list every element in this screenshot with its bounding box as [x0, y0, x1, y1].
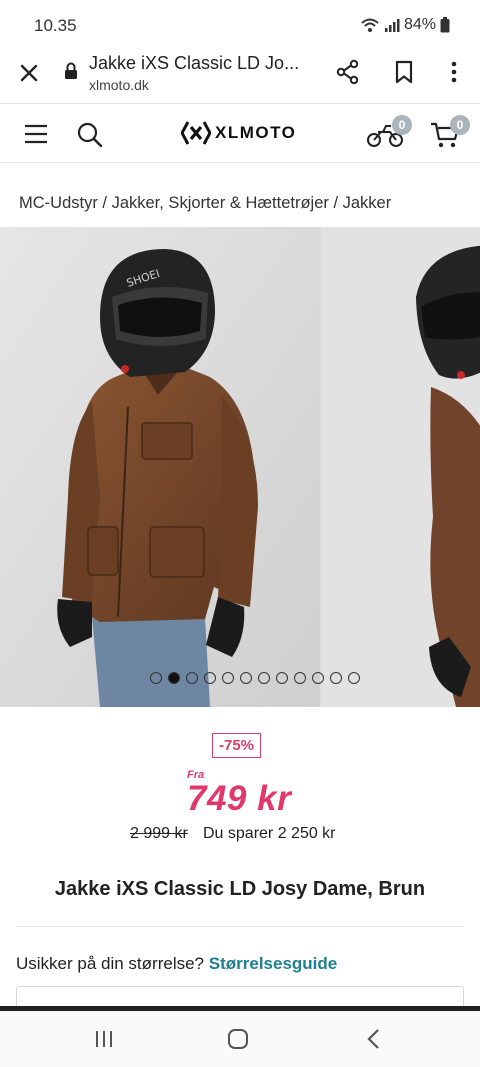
status-bar: 10.35 84% [0, 0, 480, 48]
original-price: 2 999 kr [130, 825, 188, 842]
hamburger-menu-icon[interactable] [24, 123, 48, 145]
gallery-dot[interactable] [186, 672, 198, 684]
wifi-icon [361, 18, 379, 32]
battery-icon [440, 17, 450, 33]
garage-count-badge: 0 [392, 115, 412, 135]
system-navigation-bar [0, 1011, 480, 1067]
product-image[interactable]: SHOEI [0, 227, 320, 707]
size-question: Usikker på din størrelse? [16, 954, 205, 973]
logo-text: XLMOTO [215, 123, 297, 142]
bookmark-icon[interactable] [390, 58, 418, 86]
url-display[interactable]: xlmoto.dk [89, 77, 149, 93]
divider [16, 926, 464, 927]
signal-icon [384, 19, 400, 32]
savings-text: Du sparer 2 250 kr [203, 825, 336, 842]
size-guide-link[interactable]: Størrelsesguide [209, 954, 338, 973]
xlmoto-logo-icon [181, 121, 211, 145]
gallery-dot[interactable] [348, 672, 360, 684]
status-time: 10.35 [34, 16, 77, 35]
recent-apps-icon[interactable] [92, 1027, 116, 1051]
cart-button[interactable]: 0 [430, 115, 470, 151]
discount-badge: -75% [212, 733, 262, 758]
gallery-dot[interactable] [330, 672, 342, 684]
gallery-dot[interactable] [168, 672, 180, 684]
gallery-dot[interactable] [240, 672, 252, 684]
page-title[interactable]: Jakke iXS Classic LD Jo... [89, 53, 319, 74]
gallery-pagination [0, 672, 480, 684]
product-image-next[interactable] [321, 227, 480, 707]
gallery-dot[interactable] [258, 672, 270, 684]
jacket-photo-side [321, 227, 480, 707]
gallery-dot[interactable] [276, 672, 288, 684]
product-image-gallery[interactable]: SHOEI [0, 227, 480, 707]
browser-toolbar: Jakke iXS Classic LD Jo... xlmoto.dk [0, 48, 480, 104]
status-indicators: 84% [360, 16, 450, 34]
size-guide-row: Usikker på din størrelse? Størrelsesguid… [16, 954, 337, 974]
gallery-dot[interactable] [222, 672, 234, 684]
lock-icon [65, 62, 77, 79]
more-options-icon[interactable] [440, 58, 468, 86]
gallery-dot[interactable] [312, 672, 324, 684]
breadcrumb[interactable]: MC-Udstyr / Jakker, Skjorter & Hættetrøj… [19, 194, 391, 213]
close-tab-button[interactable] [16, 60, 42, 86]
product-title: Jakke iXS Classic LD Josy Dame, Brun [54, 878, 426, 900]
back-icon[interactable] [362, 1027, 386, 1051]
home-icon[interactable] [226, 1027, 250, 1051]
current-price: 749 kr [187, 779, 292, 818]
gallery-dot[interactable] [294, 672, 306, 684]
search-icon[interactable] [76, 121, 104, 149]
battery-percent: 84% [403, 16, 436, 33]
share-icon[interactable] [334, 58, 362, 86]
site-header: XLMOTO 0 0 [0, 105, 480, 163]
garage-button[interactable]: 0 [366, 115, 412, 151]
site-logo[interactable]: XLMOTO [181, 120, 296, 146]
gallery-dot[interactable] [150, 672, 162, 684]
cart-count-badge: 0 [450, 115, 470, 135]
gallery-dot[interactable] [204, 672, 216, 684]
jacket-photo: SHOEI [0, 227, 320, 707]
